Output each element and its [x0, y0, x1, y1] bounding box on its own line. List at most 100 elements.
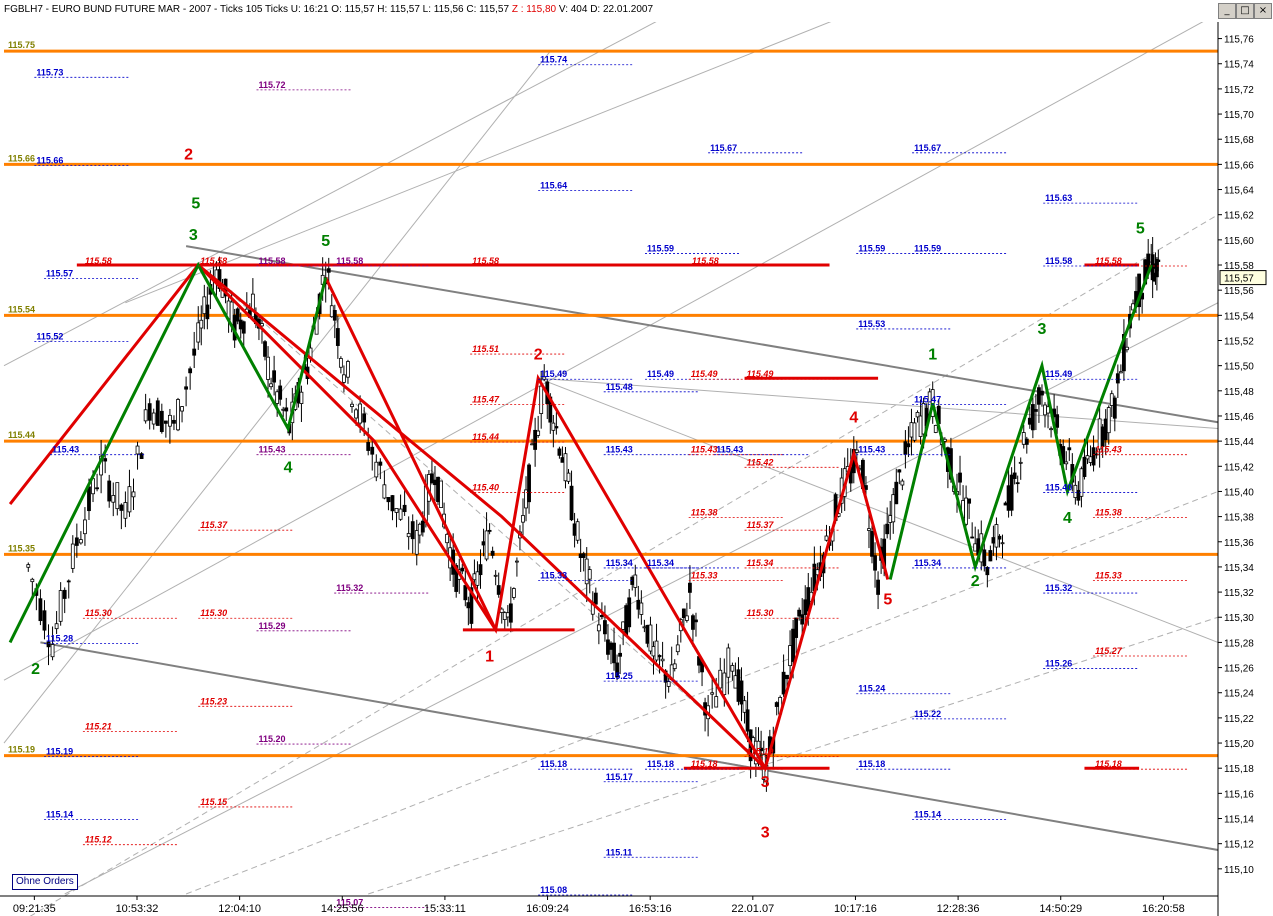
candle-body	[54, 623, 59, 630]
candle-body	[530, 443, 534, 446]
candle-body	[691, 615, 695, 630]
candle-body	[358, 403, 363, 424]
candle-body	[260, 323, 264, 327]
candle-body	[188, 368, 193, 374]
annotation-label: 115.34	[606, 558, 633, 568]
candle-body	[163, 420, 168, 424]
candle-body	[502, 612, 507, 620]
candle-body	[184, 386, 189, 390]
close-button[interactable]: ×	[1254, 3, 1272, 19]
candle-body	[1043, 404, 1047, 416]
candle-body	[726, 647, 731, 678]
price-chart[interactable]: 115.75115.66115.54115.44115.35115.19 115…	[0, 22, 1273, 916]
candle-body	[83, 519, 87, 535]
annotation-label: 115.59	[647, 243, 674, 253]
candle-body	[66, 580, 71, 583]
candle-body	[609, 642, 613, 650]
candle-body	[730, 665, 735, 672]
annotation-label: 115.24	[858, 684, 885, 694]
annotation-label: 115.43	[858, 445, 885, 455]
x-tick-label: 14:50:29	[1039, 903, 1082, 915]
candle-body	[1088, 456, 1093, 463]
candle-body	[578, 553, 583, 559]
y-tick-label: 115,38	[1224, 513, 1254, 524]
candle-body	[885, 523, 890, 535]
candle-body	[335, 328, 340, 346]
candle-body	[800, 614, 805, 625]
green-wave-label: 2	[31, 661, 40, 678]
candle-body	[202, 296, 207, 315]
candle-body	[593, 592, 598, 605]
minimize-button[interactable]: _	[1218, 3, 1236, 19]
candle-body	[684, 615, 689, 621]
y-tick-label: 115,56	[1224, 286, 1254, 297]
y-tick-label: 115,64	[1224, 186, 1254, 197]
annotation-label: 115.14	[46, 810, 73, 820]
candle-body	[378, 461, 383, 466]
candle-body	[26, 564, 31, 568]
y-tick-label: 115,48	[1224, 387, 1254, 398]
candle-body	[62, 589, 67, 599]
annotation-label: 115.53	[858, 319, 885, 329]
candle-body	[382, 484, 387, 499]
candle-body	[490, 550, 495, 556]
candle-body	[481, 541, 486, 546]
green-wave-label: 3	[1038, 321, 1047, 338]
candle-body	[1106, 407, 1111, 434]
candle-body	[350, 403, 354, 407]
candle-body	[398, 508, 403, 520]
candle-body	[50, 644, 55, 658]
annotation-label: 115.49	[647, 369, 674, 379]
candle-body	[539, 385, 544, 414]
candle-body	[888, 515, 893, 523]
restore-button[interactable]: □	[1236, 3, 1254, 19]
y-tick-label: 115,20	[1224, 739, 1254, 750]
annotation-label: 115.57	[46, 269, 73, 279]
title-z-value: Z : 115,80	[511, 4, 557, 15]
candle-body	[390, 495, 395, 512]
candle-body	[1067, 447, 1072, 451]
y-tick-label: 115,26	[1224, 664, 1254, 675]
candle-body	[460, 567, 465, 572]
candle-body	[612, 642, 616, 664]
annotation-label: 115.59	[914, 243, 941, 253]
annotation-label: 115.23	[200, 696, 227, 706]
candle-body	[985, 566, 990, 576]
candle-body	[147, 403, 152, 421]
annotation-label: 115.43	[259, 445, 286, 455]
candle-body	[824, 535, 829, 541]
y-tick-label: 115,52	[1224, 336, 1254, 347]
candle-body	[584, 558, 589, 585]
y-tick-label: 115,32	[1224, 588, 1254, 599]
annotation-label: 115.18	[858, 759, 885, 769]
annotation-label: 115.17	[606, 772, 633, 782]
candle-body	[1125, 346, 1129, 351]
annotation-label: 115.08	[540, 885, 567, 895]
annotation-label: 115.40	[472, 482, 499, 492]
candle-body	[581, 553, 586, 558]
candle-body	[439, 480, 443, 508]
candle-body	[527, 464, 531, 503]
candle-body	[430, 473, 434, 484]
candle-body	[733, 675, 738, 689]
candle-body	[988, 550, 993, 562]
candle-body	[205, 304, 210, 320]
orders-mode-button[interactable]: Ohne Orders	[12, 874, 78, 890]
candle-body	[445, 533, 450, 544]
green-wave-label: 3	[189, 227, 198, 244]
candle-body	[551, 422, 556, 431]
y-tick-label: 115,44	[1224, 437, 1254, 448]
candle-body	[897, 469, 902, 473]
candle-body	[967, 498, 972, 504]
y-tick-label: 115,40	[1224, 487, 1254, 498]
candle-body	[688, 582, 692, 593]
y-tick-label: 115,46	[1224, 412, 1254, 423]
annotation-label: 115.18	[647, 759, 674, 769]
annotation-label: 115.48	[606, 382, 633, 392]
candle-body	[536, 430, 541, 436]
annotation-label: 115.37	[200, 520, 228, 530]
y-tick-label: 115,36	[1224, 538, 1254, 549]
annotation-label: 115.47	[914, 394, 941, 404]
candle-body	[742, 700, 747, 713]
red-wave-label: 3	[761, 824, 770, 841]
